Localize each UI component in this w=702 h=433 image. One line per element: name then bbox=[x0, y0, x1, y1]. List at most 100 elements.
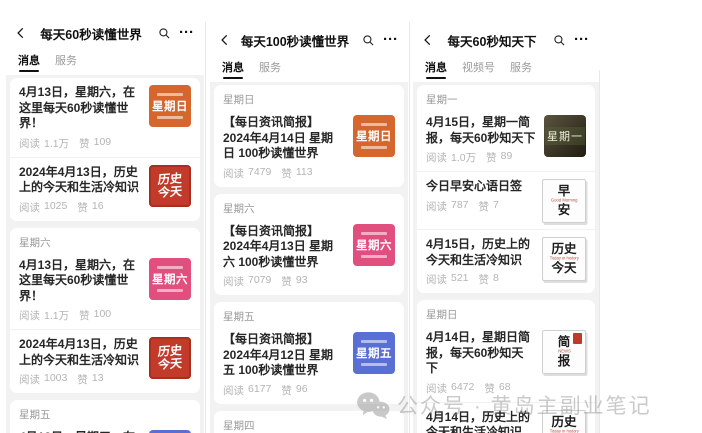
article-text: 4月13日，星期六，在这里每天60秒读懂世界！阅读1.1万赞109 bbox=[19, 85, 149, 151]
stat-text: 阅读 bbox=[426, 150, 447, 165]
tab-inactive[interactable]: 服务 bbox=[55, 52, 77, 68]
article-title: 2024年4月13日，历史上的今天和生活冷知识 bbox=[19, 165, 141, 196]
article-title: 4月13日，星期六，在这里每天60秒读懂世界！ bbox=[19, 258, 141, 305]
article-item[interactable]: 今日早安心语日签阅读787赞7早Good Morning安 bbox=[417, 171, 595, 229]
stat-text: 阅读 bbox=[19, 136, 40, 151]
group-label: 星期四 bbox=[214, 411, 404, 433]
back-icon[interactable] bbox=[421, 33, 435, 47]
stat-text: 赞 bbox=[79, 136, 90, 151]
article-text: 【每日资讯简报】2024年4月12日 星期五 100秒读懂世界阅读6177赞96 bbox=[223, 332, 353, 398]
tab-inactive[interactable]: 服务 bbox=[259, 59, 281, 75]
article-thumbnail[interactable]: 星期一 bbox=[544, 115, 586, 157]
article-item[interactable]: 4月14日，星期日简报，每天60秒知天下阅读6472赞68简NEWS报 bbox=[417, 323, 595, 402]
search-icon[interactable] bbox=[362, 34, 375, 47]
stat-text: 93 bbox=[296, 274, 308, 289]
stat-text: 521 bbox=[451, 272, 469, 287]
tab-bar: 消息视频号服务 bbox=[413, 51, 599, 82]
article-thumbnail[interactable]: 历史今天 bbox=[149, 337, 191, 379]
composite-screenshot: 公众号 · 黄岛主副业笔记 每天60秒读懂世界 ··· 消息服务 4月13日，星… bbox=[0, 0, 702, 433]
group-label: 星期五 bbox=[214, 302, 404, 325]
search-icon[interactable] bbox=[158, 27, 171, 40]
stat-text: 6177 bbox=[248, 383, 271, 398]
day-group-card: 星期日【每日资讯简报】2024年4月14日 星期日 100秒读懂世界阅读7479… bbox=[214, 85, 404, 187]
article-text: 【每日资讯简报】2024年4月13日 星期六 100秒读懂世界阅读7079赞93 bbox=[223, 224, 353, 290]
article-item[interactable]: 2024年4月13日，历史上的今天和生活冷知识阅读1003赞13历史今天 bbox=[10, 329, 200, 393]
more-icon[interactable]: ··· bbox=[177, 28, 196, 38]
more-icon[interactable]: ··· bbox=[381, 35, 400, 45]
article-stats: 阅读7479赞113 bbox=[223, 166, 345, 181]
stat-text: 阅读 bbox=[19, 308, 40, 323]
thumbnail-text: 今天 bbox=[157, 185, 182, 200]
article-item[interactable]: 4月14日，历史上的今天和生活冷知识阅读436赞8历史Today in hist… bbox=[417, 402, 595, 433]
stat-text: 7 bbox=[493, 199, 499, 214]
stat-text: 16 bbox=[92, 200, 104, 215]
thumbnail-text: 星期日 bbox=[152, 98, 188, 114]
article-title: 4月15日，星期一简报，每天60秒知天下 bbox=[426, 115, 536, 146]
article-item[interactable]: 4月13日，星期六，在这里每天60秒读懂世界！阅读1.1万赞100星期六 bbox=[10, 251, 200, 330]
article-thumbnail[interactable]: 历史Today in history今天 bbox=[542, 410, 586, 433]
article-item[interactable]: 4月13日，星期六，在这里每天60秒读懂世界！阅读1.1万赞109星期日 bbox=[10, 78, 200, 157]
more-icon[interactable]: ··· bbox=[572, 35, 591, 45]
article-thumbnail[interactable]: 星期六 bbox=[149, 258, 191, 300]
phone-screenshot: 每天60秒读懂世界 ··· 消息服务 4月13日，星期六，在这里每天60秒读懂世… bbox=[6, 0, 204, 433]
article-thumbnail[interactable]: 星期日 bbox=[149, 85, 191, 127]
article-title: 4月15日，历史上的今天和生活冷知识 bbox=[426, 237, 534, 268]
thumbnail-text: 星期一 bbox=[545, 127, 585, 145]
article-thumbnail[interactable]: 简NEWS报 bbox=[542, 330, 586, 374]
day-group-card: 星期六【每日资讯简报】2024年4月13日 星期六 100秒读懂世界阅读7079… bbox=[214, 194, 404, 296]
stat-text: 1.1万 bbox=[44, 308, 69, 323]
phone-screenshot: 每天100秒读懂世界 ··· 消息服务 星期日【每日资讯简报】2024年4月14… bbox=[210, 0, 408, 433]
back-icon[interactable] bbox=[14, 26, 28, 40]
article-title: 4月14日，星期日简报，每天60秒知天下 bbox=[426, 330, 534, 377]
article-title: 2024年4月13日，历史上的今天和生活冷知识 bbox=[19, 337, 141, 368]
article-thumbnail[interactable]: 星期日 bbox=[353, 115, 395, 157]
day-group-card: 星期一4月15日，星期一简报，每天60秒知天下阅读1.0万赞89星期一今日早安心… bbox=[417, 85, 595, 293]
article-text: 4月15日，星期一简报，每天60秒知天下阅读1.0万赞89 bbox=[426, 115, 544, 165]
search-icon[interactable] bbox=[553, 34, 566, 47]
tab-bar: 消息服务 bbox=[6, 44, 204, 75]
group-label: 星期六 bbox=[214, 194, 404, 217]
stat-text: 100 bbox=[94, 308, 112, 323]
article-item[interactable]: 【每日资讯简报】2024年4月12日 星期五 100秒读懂世界阅读6177赞96… bbox=[214, 325, 404, 404]
article-thumbnail[interactable]: 早Good Morning安 bbox=[542, 179, 586, 223]
stat-text: 赞 bbox=[484, 381, 495, 396]
group-label: 星期五 bbox=[10, 400, 200, 423]
article-text: 4月14日，历史上的今天和生活冷知识阅读436赞8 bbox=[426, 410, 542, 433]
tab-inactive[interactable]: 服务 bbox=[510, 59, 532, 75]
stat-text: 赞 bbox=[77, 200, 88, 215]
tab-active[interactable]: 消息 bbox=[18, 52, 40, 68]
thumbnail-text: 今天 bbox=[157, 357, 182, 372]
stat-text: 109 bbox=[94, 136, 112, 151]
stat-text: 7479 bbox=[248, 166, 271, 181]
article-item[interactable]: 4月12日，星期五，在这里每天60秒读懂世界！阅读1.3万赞120星期五 bbox=[10, 423, 200, 433]
article-item[interactable]: 2024年4月13日，历史上的今天和生活冷知识阅读1025赞16历史今天 bbox=[10, 157, 200, 221]
article-thumbnail[interactable]: 历史Today in history今天 bbox=[542, 237, 586, 281]
article-thumbnail[interactable]: 星期六 bbox=[353, 224, 395, 266]
article-item[interactable]: 4月15日，历史上的今天和生活冷知识阅读521赞8历史Today in hist… bbox=[417, 229, 595, 293]
article-item[interactable]: 【每日资讯简报】2024年4月14日 星期日 100秒读懂世界阅读7479赞11… bbox=[214, 108, 404, 187]
tab-inactive[interactable]: 视频号 bbox=[462, 59, 495, 75]
day-group-card: 4月13日，星期六，在这里每天60秒读懂世界！阅读1.1万赞109星期日2024… bbox=[10, 78, 200, 221]
stat-text: 8 bbox=[493, 272, 499, 287]
back-icon[interactable] bbox=[218, 33, 232, 47]
stat-text: 1.1万 bbox=[44, 136, 69, 151]
article-title: 【每日资讯简报】2024年4月12日 星期五 100秒读懂世界 bbox=[223, 332, 345, 379]
thumbnail-subtext: NEWS bbox=[558, 350, 571, 354]
thumbnail-text: 简 bbox=[558, 336, 571, 349]
account-header: 每天60秒读懂世界 ··· bbox=[6, 22, 204, 44]
tab-active[interactable]: 消息 bbox=[425, 59, 447, 75]
phone-screenshot: 每天60秒知天下 ··· 消息视频号服务 星期一4月15日，星期一简报，每天60… bbox=[413, 0, 599, 433]
panel-divider bbox=[205, 22, 206, 433]
article-title: 今日早安心语日签 bbox=[426, 179, 534, 195]
article-thumbnail[interactable]: 星期五 bbox=[353, 332, 395, 374]
day-group-card: 星期五【每日资讯简报】2024年4月12日 星期五 100秒读懂世界阅读6177… bbox=[214, 302, 404, 404]
day-group-card: 星期四【每日资讯简报】2024年4月11日 星期四 100秒读懂世界阅读8664… bbox=[214, 411, 404, 433]
article-thumbnail[interactable]: 历史今天 bbox=[149, 165, 191, 207]
tab-active[interactable]: 消息 bbox=[222, 59, 244, 75]
tab-bar: 消息服务 bbox=[210, 51, 408, 82]
article-item[interactable]: 4月15日，星期一简报，每天60秒知天下阅读1.0万赞89星期一 bbox=[417, 108, 595, 171]
thumbnail-text: 星期六 bbox=[356, 237, 392, 253]
panel-divider bbox=[409, 22, 410, 433]
article-text: 【每日资讯简报】2024年4月14日 星期日 100秒读懂世界阅读7479赞11… bbox=[223, 115, 353, 181]
article-item[interactable]: 【每日资讯简报】2024年4月13日 星期六 100秒读懂世界阅读7079赞93… bbox=[214, 217, 404, 296]
